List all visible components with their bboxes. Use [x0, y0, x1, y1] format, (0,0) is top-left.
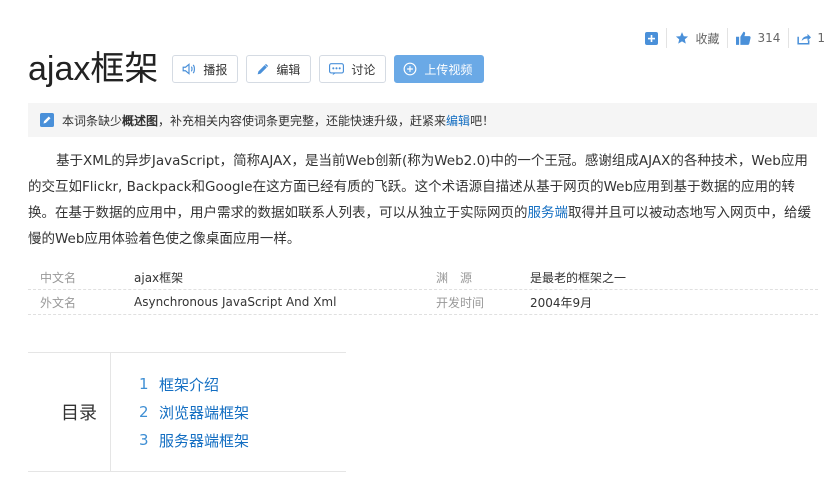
upload-video-button[interactable]: 上传视频: [394, 55, 485, 83]
star-icon: [676, 32, 689, 44]
info-label: 渊 源: [436, 270, 473, 285]
notice-edit-link[interactable]: 编辑: [446, 112, 470, 129]
info-label: 外文名: [40, 295, 77, 310]
toc-item-browser[interactable]: 2 浏览器端框架: [139, 398, 249, 426]
toc-item-intro[interactable]: 1 框架介绍: [139, 370, 249, 398]
info-label: 开发时间: [436, 295, 485, 310]
notice-prefix: 本词条缺少: [62, 113, 123, 128]
info-label: 中文名: [40, 270, 77, 285]
toc-item-label: 浏览器端框架: [159, 403, 250, 422]
edit-note-icon: [40, 113, 54, 127]
broadcast-label: 播报: [203, 62, 228, 77]
share-icon: [797, 33, 812, 45]
summary-paragraph: 基于XML的异步JavaScript，简称AJAX，是当前Web创新(称为Web…: [28, 148, 820, 252]
toc-item-label: 框架介绍: [159, 375, 220, 394]
like-button[interactable]: 314: [727, 28, 788, 48]
info-value: Asynchronous JavaScript And Xml: [134, 295, 337, 309]
thumbs-up-icon: [736, 31, 752, 45]
share-count: 1: [817, 31, 825, 45]
toc-list: 1 框架介绍 2 浏览器端框架 3 服务器端框架: [111, 353, 249, 471]
info-value: 是最老的框架之一: [530, 270, 627, 285]
notice-middle: ，补充相关内容使词条更完整，还能快速升级，赶紧来: [158, 113, 447, 128]
upload-video-label: 上传视频: [424, 62, 473, 77]
like-count: 314: [757, 31, 781, 45]
speaker-icon: [182, 63, 196, 75]
plus-circle-icon: [404, 62, 417, 76]
share-button[interactable]: 1: [788, 28, 833, 48]
favorite-button[interactable]: 收藏: [666, 28, 727, 48]
info-value: 2004年9月: [530, 295, 593, 310]
page-title: ajax框架: [28, 50, 159, 88]
title-row: ajax框架 播报 编辑 讨论 上传视频: [28, 46, 492, 92]
comment-icon: [329, 62, 345, 75]
toc-item-label: 服务器端框架: [159, 431, 250, 450]
table-of-contents: 目录 1 框架介绍 2 浏览器端框架 3 服务器端框架: [28, 352, 346, 472]
toc-item-number: 3: [139, 431, 149, 449]
pencil-icon: [258, 63, 269, 74]
discuss-button[interactable]: 讨论: [319, 55, 387, 83]
toc-title: 目录: [28, 353, 111, 471]
missing-summary-notice: 本词条缺少 概述图 ，补充相关内容使词条更完整，还能快速升级，赶紧来 编辑 吧！: [28, 103, 817, 137]
edit-label: 编辑: [276, 62, 301, 77]
toc-item-number: 2: [139, 403, 149, 421]
plus-square-icon: [645, 31, 659, 45]
favorite-label: 收藏: [695, 31, 720, 46]
edit-button[interactable]: 编辑: [246, 55, 312, 83]
notice-suffix: 吧！: [470, 113, 495, 128]
top-toolbar: 收藏 314 1: [637, 28, 833, 48]
basic-info-table: 中文名 ajax框架 渊 源 是最老的框架之一 外文名 Asynchronous…: [28, 265, 818, 315]
discuss-label: 讨论: [351, 62, 376, 77]
broadcast-button[interactable]: 播报: [172, 55, 239, 83]
notice-bold: 概述图: [122, 113, 159, 128]
toc-item-number: 1: [139, 375, 149, 393]
add-button[interactable]: [637, 28, 666, 48]
info-value: ajax框架: [134, 270, 184, 285]
info-row: 中文名 ajax框架 渊 源 是最老的框架之一: [28, 265, 818, 290]
toc-item-server[interactable]: 3 服务器端框架: [139, 426, 249, 454]
info-row: 外文名 Asynchronous JavaScript And Xml 开发时间…: [28, 290, 818, 315]
summary-server-link[interactable]: 服务端: [528, 205, 569, 221]
